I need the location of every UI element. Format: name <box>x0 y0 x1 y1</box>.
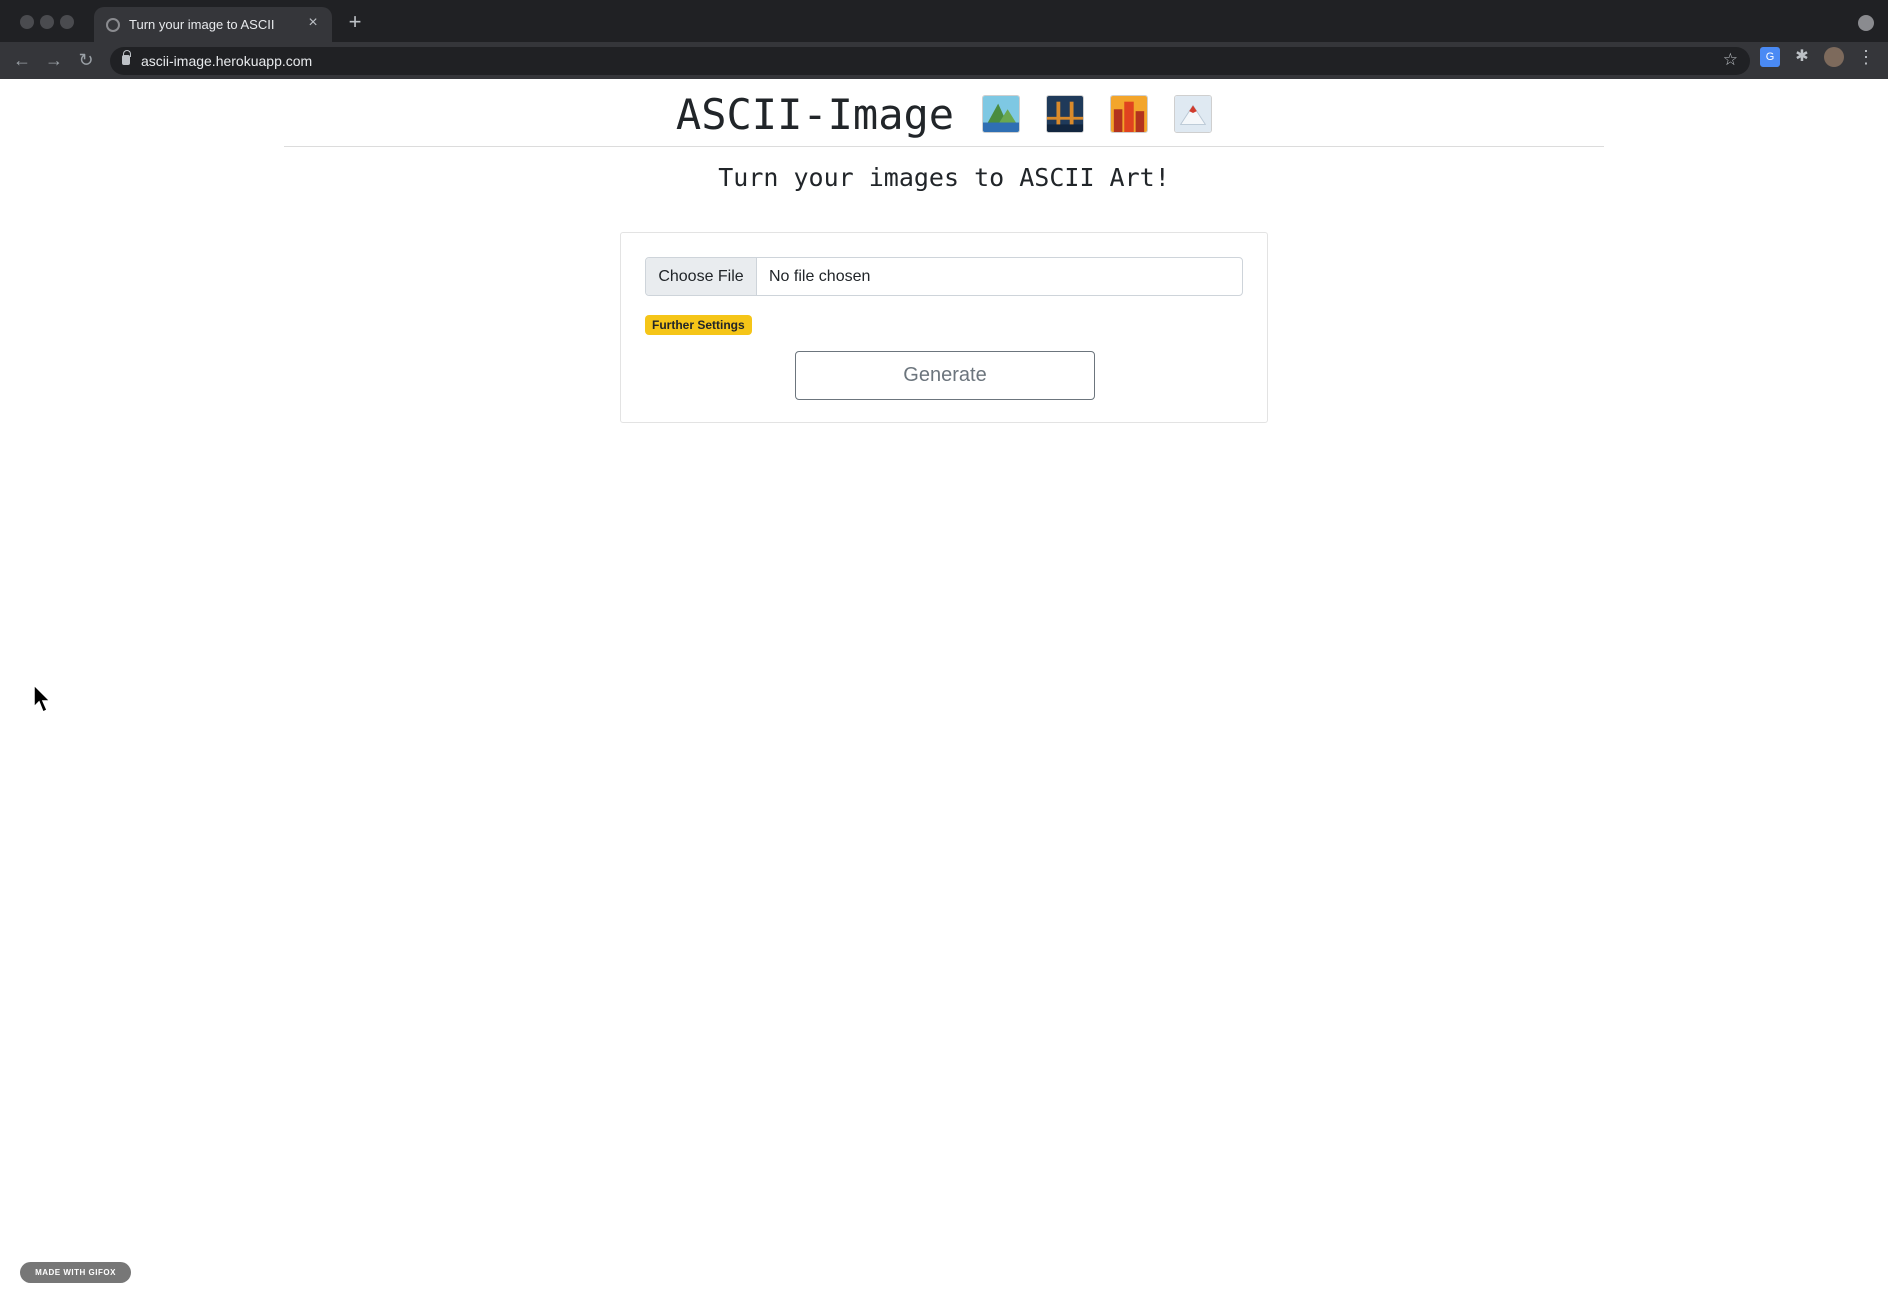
extensions-icon[interactable]: ✱ <box>1792 47 1812 67</box>
page: ASCII-Image Turn your images to ASCII Ar… <box>0 79 1888 1302</box>
tab-bar: Turn your image to ASCII × + <box>0 0 1888 42</box>
choose-file-button[interactable]: Choose File <box>646 258 757 295</box>
site-header: ASCII-Image <box>284 79 1604 147</box>
file-status-text: No file chosen <box>769 267 871 285</box>
generate-button[interactable]: Generate <box>795 351 1095 400</box>
site-title: ASCII-Image <box>675 89 955 139</box>
forward-arrow-icon[interactable]: → <box>42 48 66 72</box>
tab-title: Turn your image to ASCII <box>129 17 275 32</box>
globe-icon <box>106 18 120 32</box>
url-text: ascii-image.herokuapp.com <box>141 53 313 69</box>
reload-icon[interactable]: ↻ <box>74 48 98 72</box>
window-minimize-dot[interactable] <box>40 15 54 29</box>
lock-icon <box>122 50 131 65</box>
bookmark-star-icon[interactable]: ☆ <box>1723 50 1738 70</box>
page-subtitle: Turn your images to ASCII Art! <box>718 163 1170 192</box>
browser-tab[interactable]: Turn your image to ASCII × <box>94 7 332 42</box>
translate-icon[interactable]: G <box>1760 47 1780 67</box>
bridge-night-thumbnail[interactable] <box>1046 95 1085 133</box>
close-icon[interactable]: × <box>304 14 322 32</box>
upload-card: Choose File No file chosen Further Setti… <box>620 232 1268 423</box>
tab-search-icon[interactable] <box>1858 15 1874 31</box>
window-close-dot[interactable] <box>20 15 34 29</box>
file-input[interactable]: Choose File No file chosen <box>645 257 1243 296</box>
browser-chrome: Turn your image to ASCII × + ← → ↻ ascii… <box>0 0 1888 79</box>
profile-avatar[interactable] <box>1824 47 1844 67</box>
window-zoom-dot[interactable] <box>60 15 74 29</box>
new-tab-button[interactable]: + <box>344 11 366 33</box>
browser-menu-icon[interactable]: ⋮ <box>1856 47 1876 67</box>
browser-toolbar: ← → ↻ ascii-image.herokuapp.com ☆ <box>0 42 1888 79</box>
city-sunset-thumbnail[interactable] <box>1110 95 1149 133</box>
gifox-watermark: MADE WITH GIFOX <box>20 1262 131 1283</box>
snowy-mountain-thumbnail[interactable] <box>1174 95 1213 133</box>
address-bar[interactable]: ascii-image.herokuapp.com ☆ <box>110 47 1750 75</box>
mountain-lake-thumbnail[interactable] <box>982 95 1021 133</box>
brand-row: ASCII-Image <box>284 89 1604 139</box>
back-arrow-icon[interactable]: ← <box>10 48 34 72</box>
further-settings-badge[interactable]: Further Settings <box>645 315 752 335</box>
